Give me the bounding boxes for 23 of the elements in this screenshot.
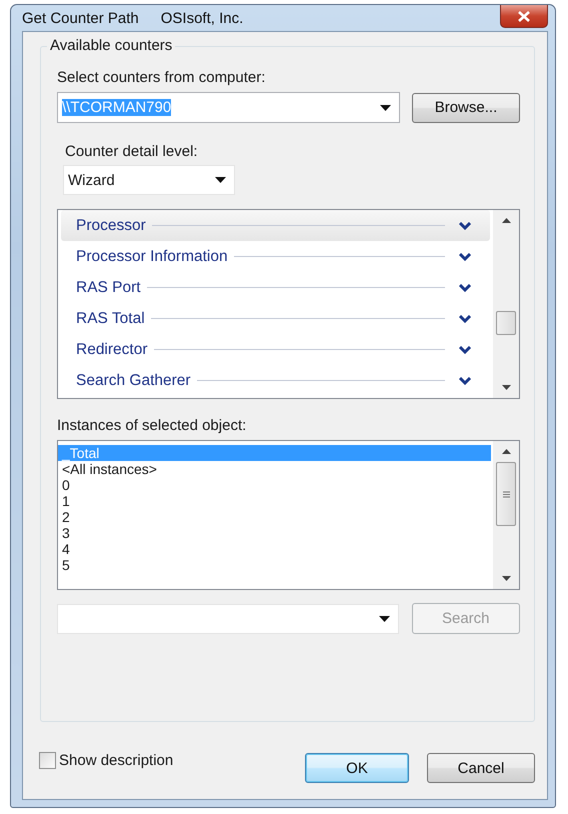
object-list-item[interactable]: Processor <box>61 210 490 241</box>
object-list-item[interactable]: Redirector <box>58 334 493 365</box>
instances-label: Instances of selected object: <box>57 417 246 434</box>
ok-button[interactable]: OK <box>305 753 409 783</box>
instance-list-item[interactable]: 2 <box>58 509 493 525</box>
instance-list-item[interactable]: 1 <box>58 493 493 509</box>
object-list-item[interactable]: RAS Port <box>58 272 493 303</box>
browse-button[interactable]: Browse... <box>412 92 520 122</box>
object-list-item[interactable]: Search Gatherer <box>58 365 493 396</box>
instance-list-item[interactable]: 3 <box>58 525 493 541</box>
instance-list-item[interactable]: 0 <box>58 477 493 493</box>
instance-list-item[interactable]: <All instances> <box>58 461 493 477</box>
instance-list-item[interactable]: 5 <box>58 557 493 573</box>
window-subtitle: OSIsoft, Inc. <box>160 10 244 26</box>
checkbox-label: Show description <box>59 752 174 769</box>
detail-level-combo-box[interactable]: Wizard <box>63 165 235 195</box>
object-list-item[interactable]: Processor Information <box>58 241 493 272</box>
computer-label: Select counters from computer: <box>57 69 266 86</box>
cancel-button[interactable]: Cancel <box>427 753 535 783</box>
detail-level-label: Counter detail level: <box>65 143 198 160</box>
instance-list-item[interactable]: 4 <box>58 541 493 557</box>
window-title: Get Counter Path <box>22 10 139 26</box>
object-list-item[interactable]: RAS Total <box>58 303 493 334</box>
